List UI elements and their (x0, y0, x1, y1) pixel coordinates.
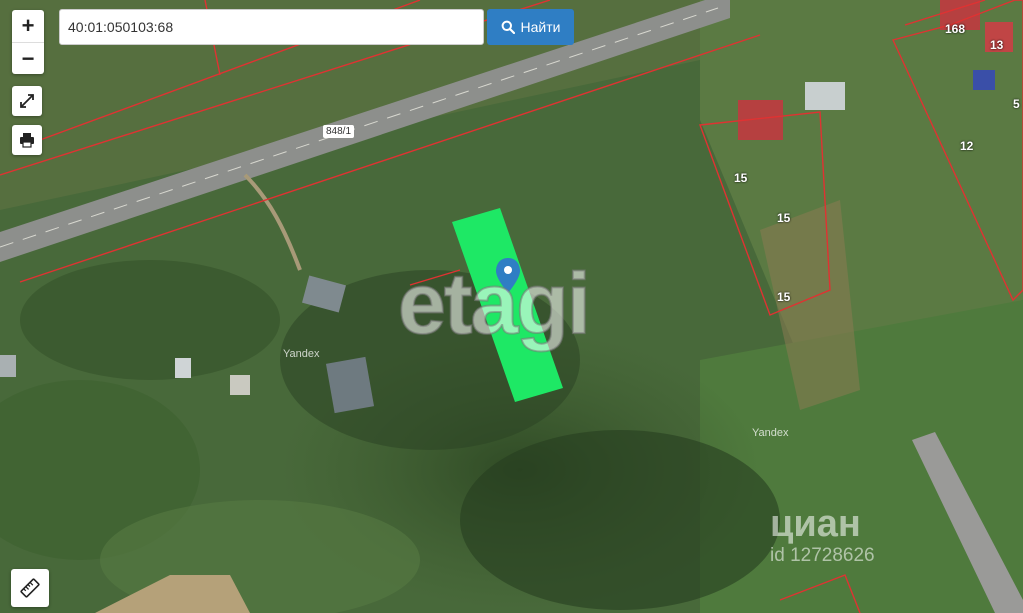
lot-number-label: 15 (777, 290, 791, 304)
search-icon (501, 20, 515, 34)
lot-number-label: 5 (1013, 97, 1020, 111)
etagi-watermark: etagi (397, 255, 592, 353)
find-button-label: Найти (520, 19, 561, 35)
yandex-attribution: Yandex (752, 427, 789, 439)
ruler-icon (20, 578, 40, 598)
lot-number-label: 15 (734, 171, 748, 185)
cian-id: id 12728626 (770, 545, 875, 566)
lot-number-label: 12 (960, 139, 974, 153)
zoom-out-button[interactable]: − (12, 42, 44, 74)
print-icon (20, 133, 34, 148)
zoom-in-button[interactable]: + (12, 10, 44, 42)
fullscreen-icon (20, 94, 34, 108)
lot-number-label: 13 (990, 38, 1004, 52)
cian-name: циан (770, 503, 861, 545)
find-button[interactable]: Найти (487, 9, 574, 45)
cadastral-search-input[interactable] (59, 9, 484, 45)
ruler-button[interactable] (11, 569, 49, 607)
lot-number-label: 15 (777, 211, 791, 225)
road-number-label: 848/1 (323, 125, 355, 138)
zoom-control: + − (12, 10, 44, 74)
lot-number-label: 168 (945, 22, 966, 36)
cian-watermark: циан id 12728626 (770, 505, 875, 567)
fullscreen-button[interactable] (12, 86, 42, 116)
print-button[interactable] (12, 125, 42, 155)
yandex-attribution: Yandex (283, 348, 320, 360)
